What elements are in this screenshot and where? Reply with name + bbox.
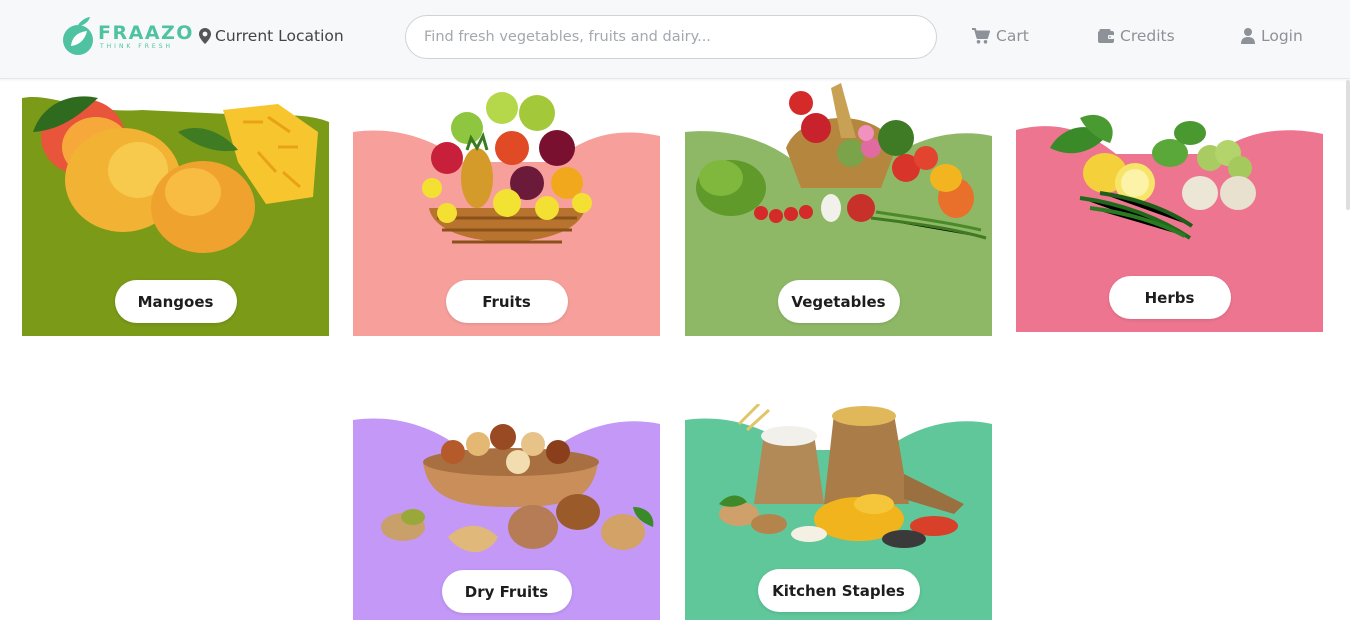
category-label-mangoes[interactable]: Mangoes [114,280,237,323]
top-navbar: FRAAZO THINK FRESH Current Location Cart… [0,0,1350,79]
category-label-kitchen-staples[interactable]: Kitchen Staples [757,569,920,612]
login-label: Login [1261,27,1303,45]
credits-label: Credits [1120,27,1175,45]
fraazo-logo[interactable]: FRAAZO THINK FRESH [62,16,194,57]
category-card-fruits[interactable]: Fruits [353,78,660,336]
page-scrollbar[interactable] [1346,80,1350,210]
category-card-kitchen-staples[interactable]: Kitchen Staples [685,404,992,620]
fruit-basket-image [422,92,592,244]
user-icon [1241,28,1255,44]
credits-button[interactable]: Credits [1098,27,1175,45]
category-card-dry-fruits[interactable]: Dry Fruits [353,404,660,620]
kitchen-staples-image [719,404,964,548]
herbs-image [1050,114,1256,240]
leaf-logo-icon [63,17,93,55]
category-label-dry-fruits[interactable]: Dry Fruits [441,570,572,613]
logo-tagline: THINK FRESH [100,42,174,50]
cart-label: Cart [996,27,1029,45]
category-card-herbs[interactable]: Herbs [1016,100,1323,332]
logo-name: FRAAZO [98,21,194,44]
category-label-vegetables[interactable]: Vegetables [777,280,900,323]
category-label-fruits[interactable]: Fruits [445,280,568,323]
current-location-button[interactable]: Current Location [199,27,344,45]
vegetables-image [696,83,987,240]
cart-button[interactable]: Cart [972,27,1029,45]
category-card-vegetables[interactable]: Vegetables [685,78,992,336]
dry-fruits-image [381,424,654,552]
category-card-mangoes[interactable]: Mangoes [22,92,329,336]
category-label-herbs[interactable]: Herbs [1108,276,1231,319]
login-button[interactable]: Login [1241,27,1303,45]
cart-icon [972,28,990,44]
location-label: Current Location [215,27,344,45]
mango-image [33,96,318,253]
logo-text: FRAAZO THINK FRESH [98,23,194,51]
wallet-icon [1098,29,1114,43]
map-pin-icon [199,28,211,44]
search-input[interactable] [405,15,937,59]
